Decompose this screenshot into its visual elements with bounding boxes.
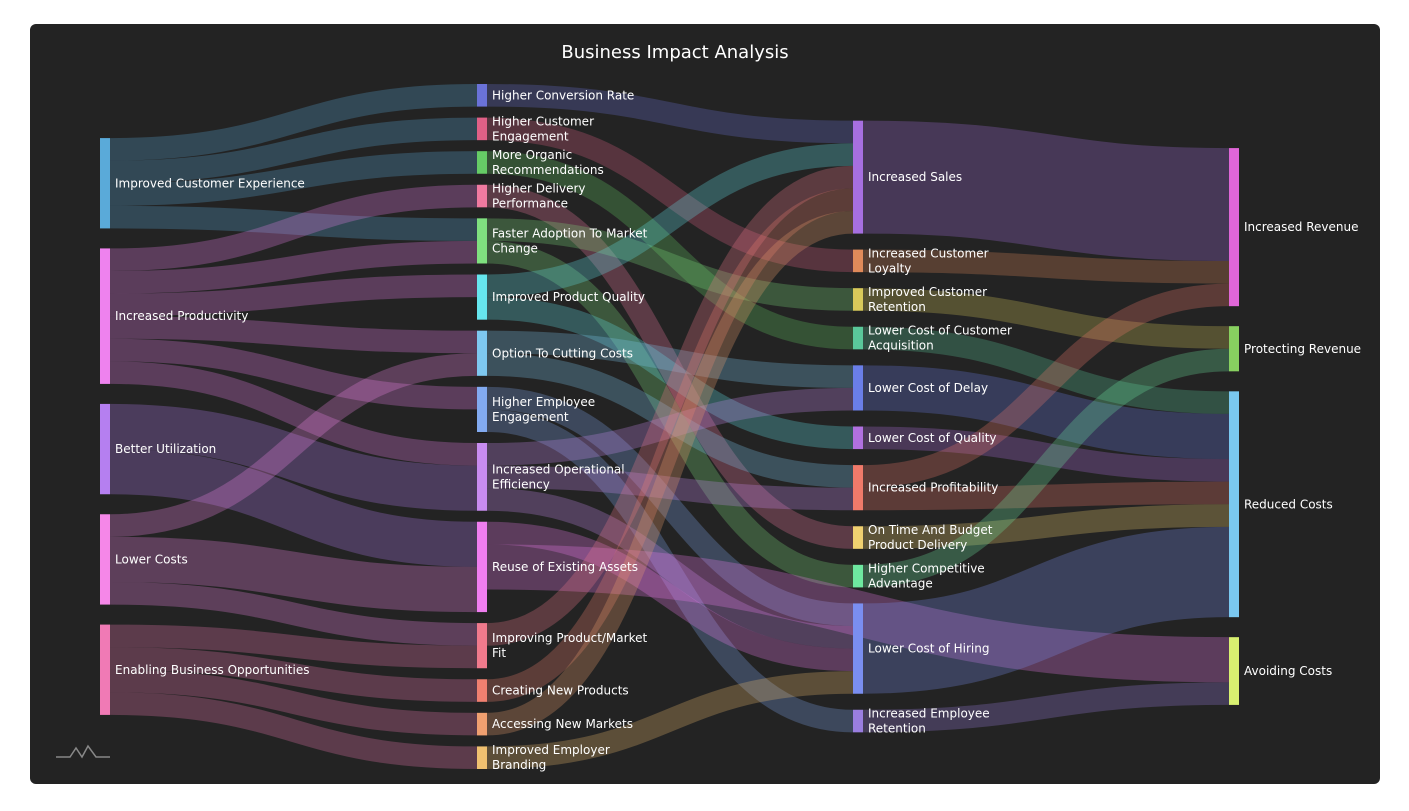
node-increased-revenue xyxy=(1229,148,1239,307)
node-label-lower-cost-of-hiring: Lower Cost of Hiring xyxy=(868,642,989,656)
node-increased-operational-efficiency xyxy=(477,443,487,511)
node-better-utilization xyxy=(100,403,110,495)
chart-panel: Business Impact Analysis Improved Custom… xyxy=(30,24,1380,784)
node-label-increased-sales: Increased Sales xyxy=(868,170,962,184)
node-label-lower-cost-of-quality: Lower Cost of Quality xyxy=(868,431,997,445)
node-higher-customer-engagement xyxy=(477,117,487,141)
node-label-lower-costs: Lower Costs xyxy=(115,552,188,566)
node-creating-new-products xyxy=(477,679,487,702)
node-label-enabling-business-opportunities: Enabling Business Opportunities xyxy=(115,663,309,677)
node-label-improved-customer-experience: Improved Customer Experience xyxy=(115,176,305,190)
node-lower-cost-of-delay xyxy=(853,365,863,411)
node-label-improved-product-quality: Improved Product Quality xyxy=(492,290,645,304)
node-higher-conversion-rate xyxy=(477,84,487,107)
chart-title: Business Impact Analysis xyxy=(561,42,788,63)
node-increased-employee-retention xyxy=(853,709,863,733)
node-label-higher-delivery-performance: Higher Delivery Performance xyxy=(492,182,586,211)
link-ip-to-otcc xyxy=(109,316,478,354)
node-lower-costs xyxy=(100,514,110,605)
node-increased-productivity xyxy=(100,248,110,384)
node-increased-customer-loyalty xyxy=(853,249,863,273)
node-label-avoiding-costs: Avoiding Costs xyxy=(1244,664,1332,678)
node-label-higher-conversion-rate: Higher Conversion Rate xyxy=(492,88,634,102)
node-lower-cost-of-customer-acquisition xyxy=(853,326,863,350)
node-lower-cost-of-quality xyxy=(853,426,863,450)
node-label-reuse-of-existing-assets: Reuse of Existing Assets xyxy=(492,560,638,574)
node-enabling-business-opportunities xyxy=(100,624,110,715)
node-improved-employer-branding xyxy=(477,746,487,769)
node-label-accessing-new-markets: Accessing New Markets xyxy=(492,717,633,731)
node-protecting-revenue xyxy=(1229,326,1239,372)
node-avoiding-costs xyxy=(1229,637,1239,705)
node-higher-delivery-performance xyxy=(477,184,487,208)
node-label-protecting-revenue: Protecting Revenue xyxy=(1244,342,1361,356)
node-improved-product-quality xyxy=(477,274,487,320)
node-higher-employee-engagement xyxy=(477,386,487,432)
node-faster-adoption-to-market-change xyxy=(477,218,487,264)
node-label-increased-profitability: Increased Profitability xyxy=(868,481,998,495)
node-lower-cost-of-hiring xyxy=(853,603,863,694)
node-label-reduced-costs: Reduced Costs xyxy=(1244,497,1333,511)
sankey-links xyxy=(109,84,1230,769)
node-label-higher-competitive-advantage: Higher Competitive Advantage xyxy=(868,562,985,591)
node-reuse-of-existing-assets xyxy=(477,521,487,613)
node-higher-competitive-advantage xyxy=(853,564,863,588)
link-icl-to-irev xyxy=(862,249,1230,284)
watermark-logo xyxy=(56,744,110,759)
sankey-chart: Business Impact Analysis Improved Custom… xyxy=(56,42,1361,772)
node-label-option-to-cutting-costs: Option To Cutting Costs xyxy=(492,346,633,360)
node-on-time-and-budget-product-delivery xyxy=(853,526,863,549)
node-improved-customer-retention xyxy=(853,288,863,311)
node-label-creating-new-products: Creating New Products xyxy=(492,684,629,698)
node-option-to-cutting-costs xyxy=(477,330,487,376)
node-label-lower-cost-of-delay: Lower Cost of Delay xyxy=(868,381,988,395)
node-improved-customer-experience xyxy=(100,138,110,229)
node-label-increased-productivity: Increased Productivity xyxy=(115,309,248,323)
node-label-better-utilization: Better Utilization xyxy=(115,442,216,456)
node-increased-sales xyxy=(853,120,863,234)
node-improving-product-market-fit xyxy=(477,623,487,669)
node-reduced-costs xyxy=(1229,391,1239,618)
node-increased-profitability xyxy=(853,465,863,511)
node-accessing-new-markets xyxy=(477,712,487,736)
node-more-organic-recommendations xyxy=(477,151,487,174)
node-label-increased-revenue: Increased Revenue xyxy=(1244,220,1358,234)
